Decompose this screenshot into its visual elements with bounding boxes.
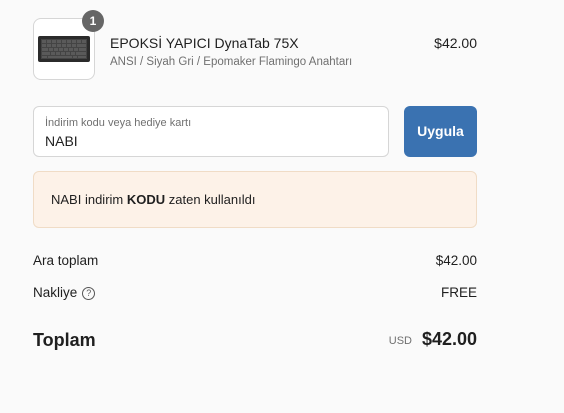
- subtotal-value: $42.00: [435, 253, 477, 268]
- shipping-label: Nakliye: [33, 285, 78, 300]
- quantity-badge: 1: [82, 10, 104, 32]
- discount-code-input[interactable]: NABI: [45, 133, 78, 149]
- shipping-value: FREE: [440, 285, 477, 300]
- product-title: EPOKSİ YAPICI DynaTab 75X: [110, 35, 299, 51]
- alert-text-suffix: zaten kullanıldı: [165, 192, 256, 207]
- currency-code: USD: [388, 335, 412, 347]
- apply-button[interactable]: Uygula: [404, 106, 477, 157]
- total-label: Toplam: [33, 330, 96, 350]
- product-variant: ANSI / Siyah Gri / Epomaker Flamingo Ana…: [110, 56, 353, 68]
- keyboard-image: [38, 36, 90, 62]
- product-price: $42.00: [434, 35, 477, 51]
- alert-text-bold: KODU: [126, 192, 166, 207]
- subtotal-row: Ara toplam $42.00: [33, 253, 477, 268]
- line-item: 1 EPOKSİ YAPICI DynaTab 75X ANSI / Siyah…: [33, 10, 477, 82]
- alert-text-prefix: NABI indirim: [51, 192, 127, 207]
- total-value: $42.00: [421, 329, 477, 349]
- discount-code-field[interactable]: İndirim kodu veya hediye kartı NABI: [33, 106, 389, 157]
- total-row: Toplam USD $42.00: [33, 328, 477, 352]
- discount-error-alert: NABI indirim KODU zaten kullanıldı: [33, 171, 477, 228]
- subtotal-label: Ara toplam: [33, 253, 99, 268]
- question-circle-icon[interactable]: ?: [82, 287, 96, 300]
- shipping-row: Nakliye? FREE: [33, 285, 477, 300]
- discount-code-label: İndirim kodu veya hediye kartı: [45, 117, 192, 129]
